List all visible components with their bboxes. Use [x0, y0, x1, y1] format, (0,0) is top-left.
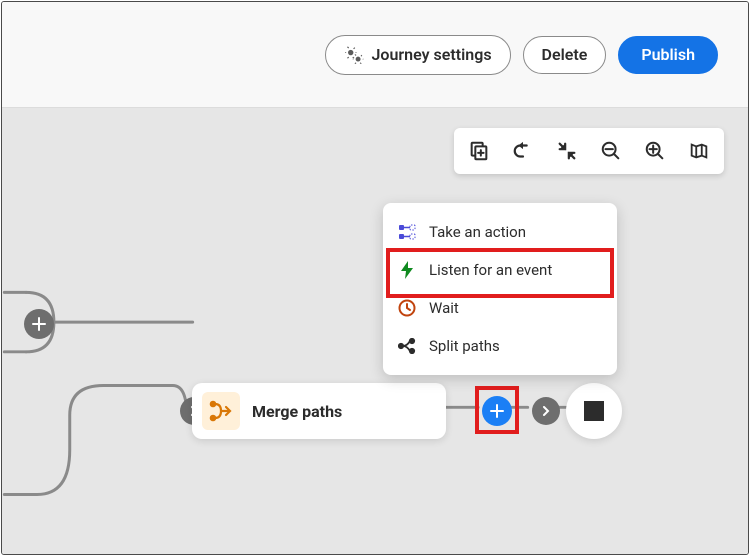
zoom-out-button[interactable]	[596, 136, 626, 166]
menu-item-label: Listen for an event	[429, 261, 552, 279]
delete-button[interactable]: Delete	[523, 36, 607, 74]
merge-paths-label: Merge paths	[252, 402, 342, 421]
menu-item-label: Take an action	[429, 223, 526, 241]
stop-icon	[584, 401, 604, 421]
menu-item-split-paths[interactable]: Split paths	[383, 327, 617, 365]
gear-icon	[344, 46, 364, 64]
journey-settings-label: Journey settings	[372, 47, 492, 63]
collapse-button[interactable]	[552, 136, 582, 166]
add-step-button[interactable]	[482, 396, 512, 426]
menu-item-take-action[interactable]: Take an action	[383, 213, 617, 251]
zoom-in-button[interactable]	[640, 136, 670, 166]
add-step-menu: Take an action Listen for an event Wait …	[383, 203, 617, 375]
undo-button[interactable]	[508, 136, 538, 166]
split-icon	[397, 338, 417, 354]
canvas-toolbar	[454, 128, 724, 174]
header-bar: Journey settings Delete Publish	[2, 2, 748, 108]
menu-item-label: Wait	[429, 299, 459, 317]
merge-paths-node[interactable]: Merge paths	[192, 383, 446, 439]
journey-canvas[interactable]: Merge paths Take an action	[2, 108, 748, 554]
action-icon	[397, 224, 417, 240]
bolt-icon	[397, 261, 417, 279]
clock-icon	[397, 299, 417, 317]
merge-icon	[202, 392, 240, 430]
journey-settings-button[interactable]: Journey settings	[325, 35, 511, 75]
end-chevron	[532, 397, 560, 425]
canvas-edges	[2, 108, 748, 554]
publish-label: Publish	[641, 47, 695, 63]
menu-item-wait[interactable]: Wait	[383, 289, 617, 327]
add-entry-node[interactable]	[24, 309, 54, 339]
delete-label: Delete	[542, 47, 588, 63]
minimap-button[interactable]	[684, 136, 714, 166]
menu-item-label: Split paths	[429, 337, 500, 355]
menu-item-listen-event[interactable]: Listen for an event	[383, 251, 617, 289]
publish-button[interactable]: Publish	[618, 36, 718, 74]
duplicate-button[interactable]	[464, 136, 494, 166]
app-frame: Journey settings Delete Publish	[1, 1, 749, 555]
end-node[interactable]	[566, 383, 622, 439]
